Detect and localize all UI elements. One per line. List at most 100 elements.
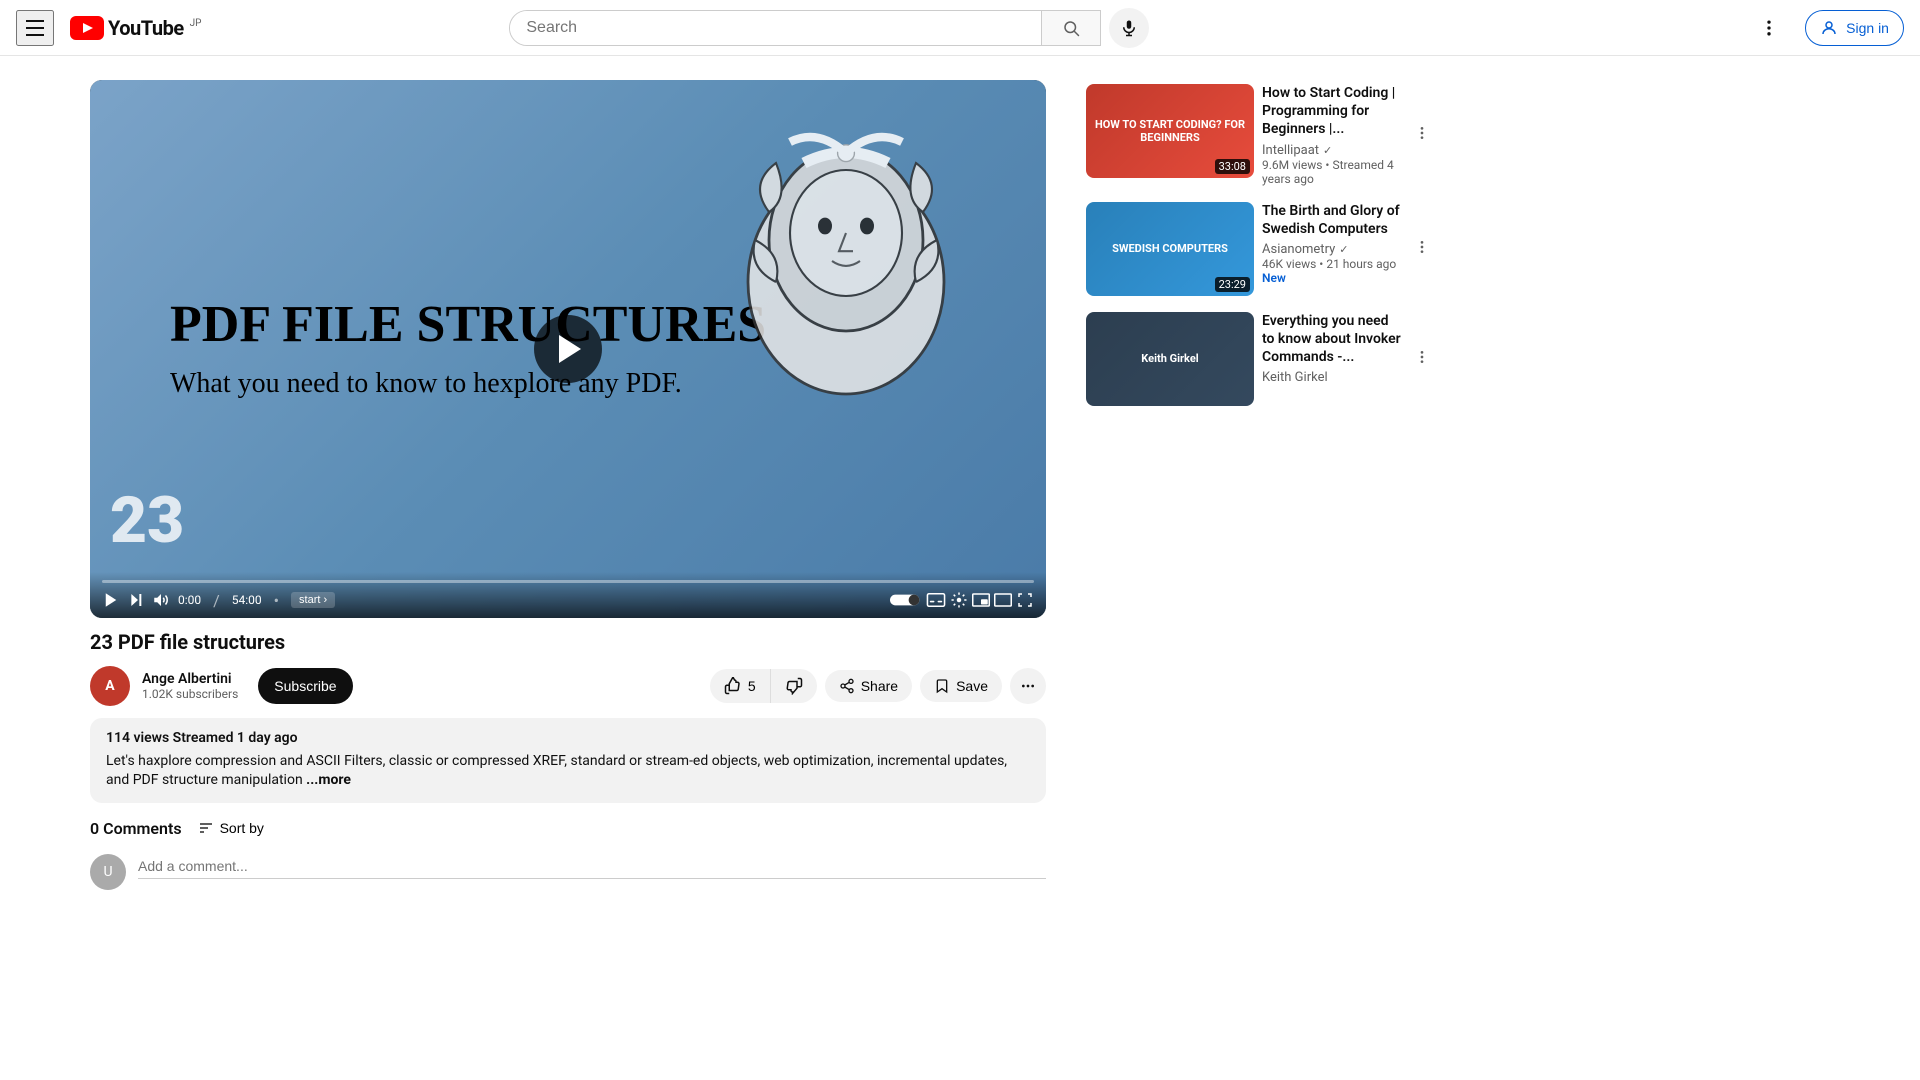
more-horiz-icon xyxy=(1020,678,1036,694)
header-right: Sign in xyxy=(1749,8,1904,48)
channel-avatar: A xyxy=(90,666,130,706)
search-button[interactable] xyxy=(1041,11,1100,45)
video-text-overlay: PDF FILE STRUCTURES What you need to kno… xyxy=(170,295,766,403)
settings-button[interactable] xyxy=(950,591,968,609)
video-title-text: PDF FILE STRUCTURES xyxy=(170,295,766,354)
sidebar-thumbnail: SWEDISH COMPUTERS 23:29 xyxy=(1086,202,1254,296)
volume-button[interactable] xyxy=(152,591,170,609)
youtube-logo[interactable]: YouTubeJP xyxy=(70,16,201,40)
more-vert-icon xyxy=(1414,349,1430,365)
sidebar-thumbnail: HOW TO START CODING? FOR BEGINNERS 33:08 xyxy=(1086,84,1254,178)
share-icon xyxy=(839,678,855,694)
video-thumbnail: PDF FILE STRUCTURES What you need to kno… xyxy=(90,80,1046,618)
description-box[interactable]: 114 views Streamed 1 day ago Let's haxpl… xyxy=(90,718,1046,803)
sign-in-button[interactable]: Sign in xyxy=(1805,10,1904,46)
mic-icon xyxy=(1120,19,1138,37)
comments-count: 0 Comments xyxy=(90,819,182,838)
account-icon xyxy=(1820,19,1838,37)
sidebar-duration: 23:29 xyxy=(1215,277,1250,292)
thumbs-down-icon xyxy=(785,677,803,695)
comment-input[interactable] xyxy=(138,854,1046,879)
sidebar-video-details: How to Start Coding | Programming for Be… xyxy=(1262,84,1402,186)
like-dislike-group: 5 xyxy=(710,669,817,703)
sidebar-video-details: The Birth and Glory of Swedish Computers… xyxy=(1262,202,1402,296)
video-main-title: 23 PDF file structures xyxy=(90,630,1046,654)
main-content: PDF FILE STRUCTURES What you need to kno… xyxy=(0,56,1920,918)
save-label: Save xyxy=(956,678,988,694)
user-avatar: U xyxy=(90,854,126,890)
search-box xyxy=(509,10,1101,46)
bullet-sep: • xyxy=(274,591,279,610)
fullscreen-button[interactable] xyxy=(1016,591,1034,609)
time-current: 0:00 xyxy=(178,593,201,607)
sort-label: Sort by xyxy=(220,820,264,836)
channel-name[interactable]: Ange Albertini xyxy=(142,671,238,687)
more-options-button[interactable] xyxy=(1749,8,1789,48)
start-chip[interactable]: start › xyxy=(291,592,335,608)
miniplayer-button[interactable] xyxy=(972,593,990,607)
add-comment-row: U xyxy=(90,854,1046,890)
comments-section: 0 Comments Sort by U xyxy=(90,819,1046,906)
video-info: 23 PDF file structures A Ange Albertini … xyxy=(90,618,1046,918)
channel-info: A Ange Albertini 1.02K subscribers Subsc… xyxy=(90,666,353,706)
play-triangle xyxy=(559,335,581,363)
autoplay-button[interactable] xyxy=(890,592,922,608)
description-more[interactable]: ...more xyxy=(306,772,351,788)
sidebar-item[interactable]: Keith Girkel Everything you need to know… xyxy=(1082,308,1438,410)
sidebar-thumb-content: Keith Girkel xyxy=(1086,312,1254,406)
sidebar-more-button[interactable] xyxy=(1410,84,1434,186)
more-vert-icon xyxy=(1414,239,1430,255)
new-badge: New xyxy=(1262,271,1402,285)
video-illustration xyxy=(706,100,986,420)
sidebar-more-button[interactable] xyxy=(1410,312,1434,406)
sidebar-channel-name: Intellipaat ✓ xyxy=(1262,143,1402,158)
subscribe-button[interactable]: Subscribe xyxy=(258,668,352,704)
more-vert-icon xyxy=(1414,125,1430,141)
verified-badge: ✓ xyxy=(1339,243,1348,256)
chapter-number: 23 xyxy=(110,483,184,558)
next-button[interactable] xyxy=(128,592,144,608)
sidebar-item[interactable]: HOW TO START CODING? FOR BEGINNERS 33:08… xyxy=(1082,80,1438,190)
sidebar-item[interactable]: SWEDISH COMPUTERS 23:29 The Birth and Gl… xyxy=(1082,198,1438,300)
settings-icon xyxy=(950,591,968,609)
sidebar-more-button[interactable] xyxy=(1410,202,1434,296)
time-total: 54:00 xyxy=(232,593,262,607)
sort-button[interactable]: Sort by xyxy=(198,820,264,836)
description-text: Let's haxplore compression and ASCII Fil… xyxy=(106,752,1030,791)
sidebar-video-details: Everything you need to know about Invoke… xyxy=(1262,312,1402,406)
mic-button[interactable] xyxy=(1109,8,1149,48)
captions-button[interactable] xyxy=(926,593,946,607)
more-actions-button[interactable] xyxy=(1010,668,1046,704)
search-input[interactable] xyxy=(510,11,1041,45)
verified-badge: ✓ xyxy=(1323,144,1332,157)
illustration-svg xyxy=(706,100,986,436)
progress-bar[interactable] xyxy=(102,580,1034,583)
more-vert-icon xyxy=(1759,18,1779,38)
video-section: PDF FILE STRUCTURES What you need to kno… xyxy=(0,56,1070,918)
dislike-button[interactable] xyxy=(771,669,817,703)
header-left: YouTubeJP xyxy=(16,10,201,46)
action-buttons: 5 Share xyxy=(710,668,1046,704)
sign-in-label: Sign in xyxy=(1846,20,1889,36)
channel-details: Ange Albertini 1.02K subscribers xyxy=(142,671,238,701)
theater-button[interactable] xyxy=(994,593,1012,607)
controls-row: 0:00 / 54:00 • start › xyxy=(102,591,1034,610)
subscriber-count: 1.02K subscribers xyxy=(142,687,238,701)
menu-button[interactable] xyxy=(16,10,54,46)
next-icon xyxy=(128,592,144,608)
video-actions-row: A Ange Albertini 1.02K subscribers Subsc… xyxy=(90,666,1046,706)
volume-icon xyxy=(152,591,170,609)
video-player[interactable]: PDF FILE STRUCTURES What you need to kno… xyxy=(90,80,1046,618)
share-button[interactable]: Share xyxy=(825,670,912,702)
play-button[interactable] xyxy=(534,315,602,383)
autoplay-icon xyxy=(890,592,922,608)
sort-icon xyxy=(198,820,214,836)
save-button[interactable]: Save xyxy=(920,670,1002,702)
like-button[interactable]: 5 xyxy=(710,669,771,703)
sidebar: HOW TO START CODING? FOR BEGINNERS 33:08… xyxy=(1070,56,1450,918)
share-label: Share xyxy=(861,678,898,694)
video-controls: 0:00 / 54:00 • start › xyxy=(90,572,1046,618)
sidebar-channel-name: Asianometry ✓ xyxy=(1262,242,1402,257)
sidebar-video-title: Everything you need to know about Invoke… xyxy=(1262,312,1402,367)
play-pause-button[interactable] xyxy=(102,591,120,609)
